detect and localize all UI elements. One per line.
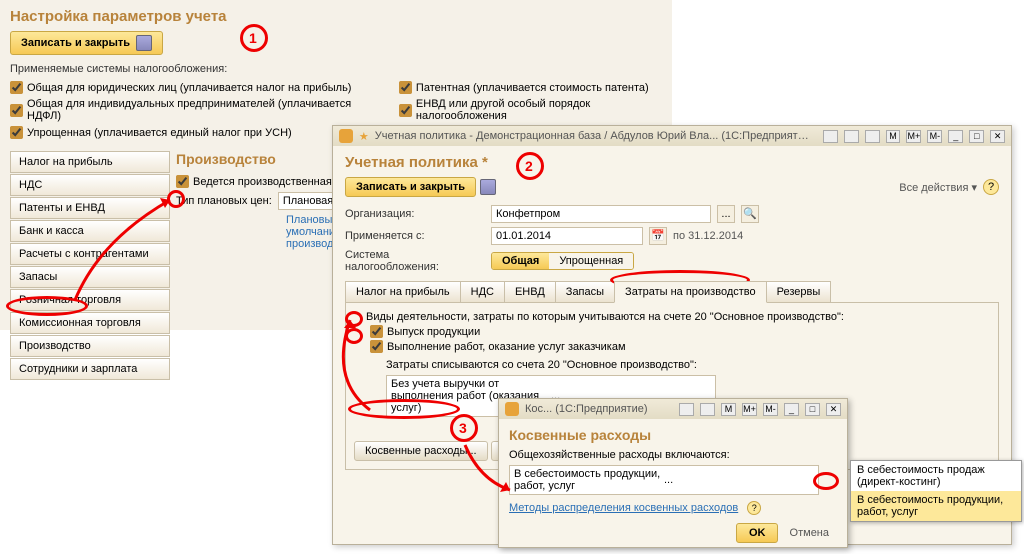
overhead-dropdown: В себестоимость продаж (директ-костинг) … [850, 460, 1022, 522]
all-actions-menu[interactable]: Все действия ▾ [899, 181, 977, 194]
overhead-combo[interactable]: В себестоимость продукции, работ, услуг.… [509, 465, 819, 495]
sidebar-item-production[interactable]: Производство [10, 335, 170, 357]
close-button[interactable]: ✕ [990, 130, 1005, 143]
cb-general-legal[interactable]: Общая для юридических лиц (уплачивается … [10, 81, 359, 94]
tb-m[interactable]: M [721, 403, 736, 416]
win3-titlebar: Кос... (1С:Предприятие) M M+ M- _ □ ✕ [499, 399, 847, 419]
tb-m-plus[interactable]: M+ [742, 403, 757, 416]
tb-m-minus[interactable]: M- [763, 403, 778, 416]
org-input[interactable] [491, 205, 711, 223]
distribution-methods-link[interactable]: Методы распределения косвенных расходов [509, 502, 738, 514]
page-title: Настройка параметров учета [10, 8, 662, 25]
indirect-costs-window: Кос... (1С:Предприятие) M M+ M- _ □ ✕ Ко… [498, 398, 848, 548]
sidebar-item-employees[interactable]: Сотрудники и зарплата [10, 358, 170, 380]
win2-save-close-button[interactable]: Записать и закрыть [345, 177, 476, 197]
annotation-oval-indirect [348, 399, 460, 419]
org-label: Организация: [345, 208, 485, 220]
sidebar-item-contractors[interactable]: Расчеты с контрагентами [10, 243, 170, 265]
tb-m-minus[interactable]: M- [927, 130, 942, 143]
toggle-general[interactable]: Общая [492, 253, 549, 269]
sidebar-item-profit-tax[interactable]: Налог на прибыль [10, 151, 170, 173]
sidebar-item-stock[interactable]: Запасы [10, 266, 170, 288]
tab-stock[interactable]: Запасы [555, 281, 615, 303]
tab-production-costs[interactable]: Затраты на производство [614, 281, 767, 303]
win3-title: Косвенные расходы [509, 427, 837, 443]
help-icon[interactable]: ? [747, 501, 761, 515]
date-to-label: по 31.12.2014 [673, 230, 743, 242]
indirect-costs-button[interactable]: Косвенные расходы... [354, 441, 488, 461]
cb-patent[interactable]: Патентная (уплачивается стоимость патент… [399, 81, 662, 94]
plan-price-label: Тип плановых цен: [176, 195, 272, 207]
star-icon[interactable]: ★ [359, 130, 369, 143]
tax-systems-label: Применяемые системы налогообложения: [10, 63, 662, 75]
dd-cost-price[interactable]: В себестоимость продукции, работ, услуг [851, 491, 1021, 521]
tb-m-plus[interactable]: M+ [906, 130, 921, 143]
sidebar-item-nds[interactable]: НДС [10, 174, 170, 196]
cb-services[interactable]: Выполнение работ, оказание услуг заказчи… [370, 340, 990, 353]
win2-titlebar: ★ Учетная политика - Демонстрационная ба… [333, 126, 1011, 146]
annotation-oval-cb-prod [167, 190, 185, 208]
from-label: Применяется с: [345, 230, 485, 242]
org-select-button[interactable]: ... [717, 205, 735, 223]
app-icon [505, 402, 519, 416]
cb-general-individual[interactable]: Общая для индивидуальных предпринимателе… [10, 98, 359, 122]
cb-simplified[interactable]: Упрощенная (уплачивается единый налог пр… [10, 126, 359, 139]
app-icon [339, 129, 353, 143]
tax-system-label: Система налогообложения: [345, 249, 485, 273]
tab-reserves[interactable]: Резервы [766, 281, 832, 303]
sidebar-item-bank[interactable]: Банк и касса [10, 220, 170, 242]
settings-sidebar: Налог на прибыль НДС Патенты и ЕНВД Банк… [10, 151, 170, 381]
tb-icon-1[interactable] [679, 403, 694, 416]
date-from-input[interactable] [491, 227, 643, 245]
sidebar-item-patents[interactable]: Патенты и ЕНВД [10, 197, 170, 219]
ok-button[interactable]: OK [736, 523, 779, 543]
close-button[interactable]: ✕ [826, 403, 841, 416]
disk-icon [136, 35, 152, 51]
annotation-oval-dd [813, 472, 839, 490]
annotation-oval-cb1 [345, 311, 363, 327]
maximize-button[interactable]: □ [805, 403, 820, 416]
tb-icon-2[interactable] [844, 130, 859, 143]
org-search-button[interactable]: 🔍 [741, 205, 759, 223]
cb-envd[interactable]: ЕНВД или другой особый порядок налогообл… [399, 98, 662, 122]
tab-envd[interactable]: ЕНВД [504, 281, 556, 303]
maximize-button[interactable]: □ [969, 130, 984, 143]
annotation-oval-production [6, 296, 88, 316]
cancel-button[interactable]: Отмена [782, 524, 837, 542]
dd-direct-costing[interactable]: В себестоимость продаж (директ-костинг) [851, 461, 1021, 491]
toggle-simplified[interactable]: Упрощенная [549, 253, 633, 269]
minimize-button[interactable]: _ [784, 403, 799, 416]
cb-output[interactable]: Выпуск продукции [370, 325, 990, 338]
tb-m[interactable]: M [886, 130, 901, 143]
tab-nds[interactable]: НДС [460, 281, 505, 303]
win2-title: Учетная политика * [345, 154, 999, 171]
disk-icon[interactable] [480, 179, 496, 195]
tb-icon-2[interactable] [700, 403, 715, 416]
help-button[interactable]: ? [983, 179, 999, 195]
overhead-label: Общехозяйственные расходы включаются: [509, 449, 837, 461]
ellipsis-icon: ... [664, 474, 814, 486]
tab-profit-tax[interactable]: Налог на прибыль [345, 281, 461, 303]
policy-tabs: Налог на прибыль НДС ЕНВД Запасы Затраты… [345, 281, 999, 303]
tb-icon-3[interactable] [865, 130, 880, 143]
annotation-oval-cb2 [345, 328, 363, 344]
minimize-button[interactable]: _ [948, 130, 963, 143]
calendar-button[interactable]: 📅 [649, 227, 667, 245]
tb-icon-1[interactable] [823, 130, 838, 143]
save-close-button[interactable]: Записать и закрыть [10, 31, 163, 55]
